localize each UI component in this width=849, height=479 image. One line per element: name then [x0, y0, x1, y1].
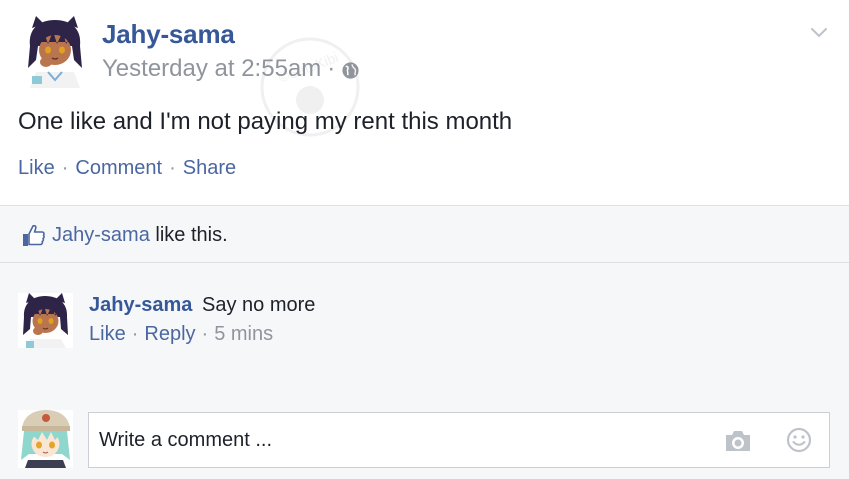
facebook-post: Jahy-sama Yesterday at 2:55am · ©SatoKib… [0, 0, 849, 479]
comment-author-avatar[interactable] [18, 293, 73, 348]
comment-like-button[interactable]: Like [89, 323, 126, 345]
post-text: One like and I'm not paying my rent this… [18, 108, 513, 135]
comment-timestamp[interactable]: 5 mins [214, 323, 273, 345]
comment-author-name[interactable]: Jahy-sama [89, 294, 192, 317]
post-timestamp[interactable]: Yesterday at 2:55am [102, 55, 321, 83]
post-actions: Like · Comment · Share [18, 157, 236, 180]
globe-icon[interactable] [341, 61, 360, 80]
post-author-name[interactable]: Jahy-sama [102, 19, 235, 50]
post-like-button[interactable]: Like [18, 157, 55, 179]
camera-icon[interactable] [724, 428, 752, 454]
post-comment-button[interactable]: Comment [75, 157, 162, 179]
comment-action-separator: · [131, 323, 139, 345]
viewer-avatar-image [18, 410, 73, 468]
meta-separator: · [327, 55, 336, 82]
action-separator: · [169, 157, 176, 179]
post-share-button[interactable]: Share [183, 157, 236, 179]
viewer-avatar [18, 410, 73, 468]
likes-summary: Jahy-sama like this. [0, 206, 849, 263]
post-header: Jahy-sama Yesterday at 2:55am · ©SatoKib… [0, 0, 849, 137]
comment-avatar-image [18, 293, 73, 348]
comment-input-placeholder: Write a comment ... [99, 429, 273, 451]
author-avatar[interactable] [22, 16, 88, 88]
thumbs-up-icon [23, 224, 45, 246]
liker-name[interactable]: Jahy-sama [52, 224, 150, 246]
comment-actions: Like · Reply · 5 mins [89, 323, 273, 346]
author-avatar-image [22, 16, 88, 88]
comment-input[interactable]: Write a comment ... [88, 412, 830, 468]
comment-reply-button[interactable]: Reply [144, 323, 195, 345]
likes-text: Jahy-sama like this. [52, 224, 228, 247]
chevron-down-icon[interactable] [809, 22, 829, 42]
post-meta: Yesterday at 2:55am · [102, 55, 360, 83]
action-separator: · [61, 157, 69, 179]
likes-suffix: like this. [155, 224, 228, 246]
comment-text: Say no more [202, 294, 316, 316]
comment-action-separator: · [201, 323, 209, 345]
post-feedback: Jahy-sama like this. Jahy-sama Say no mo… [0, 205, 849, 479]
smiley-icon[interactable] [786, 427, 812, 453]
